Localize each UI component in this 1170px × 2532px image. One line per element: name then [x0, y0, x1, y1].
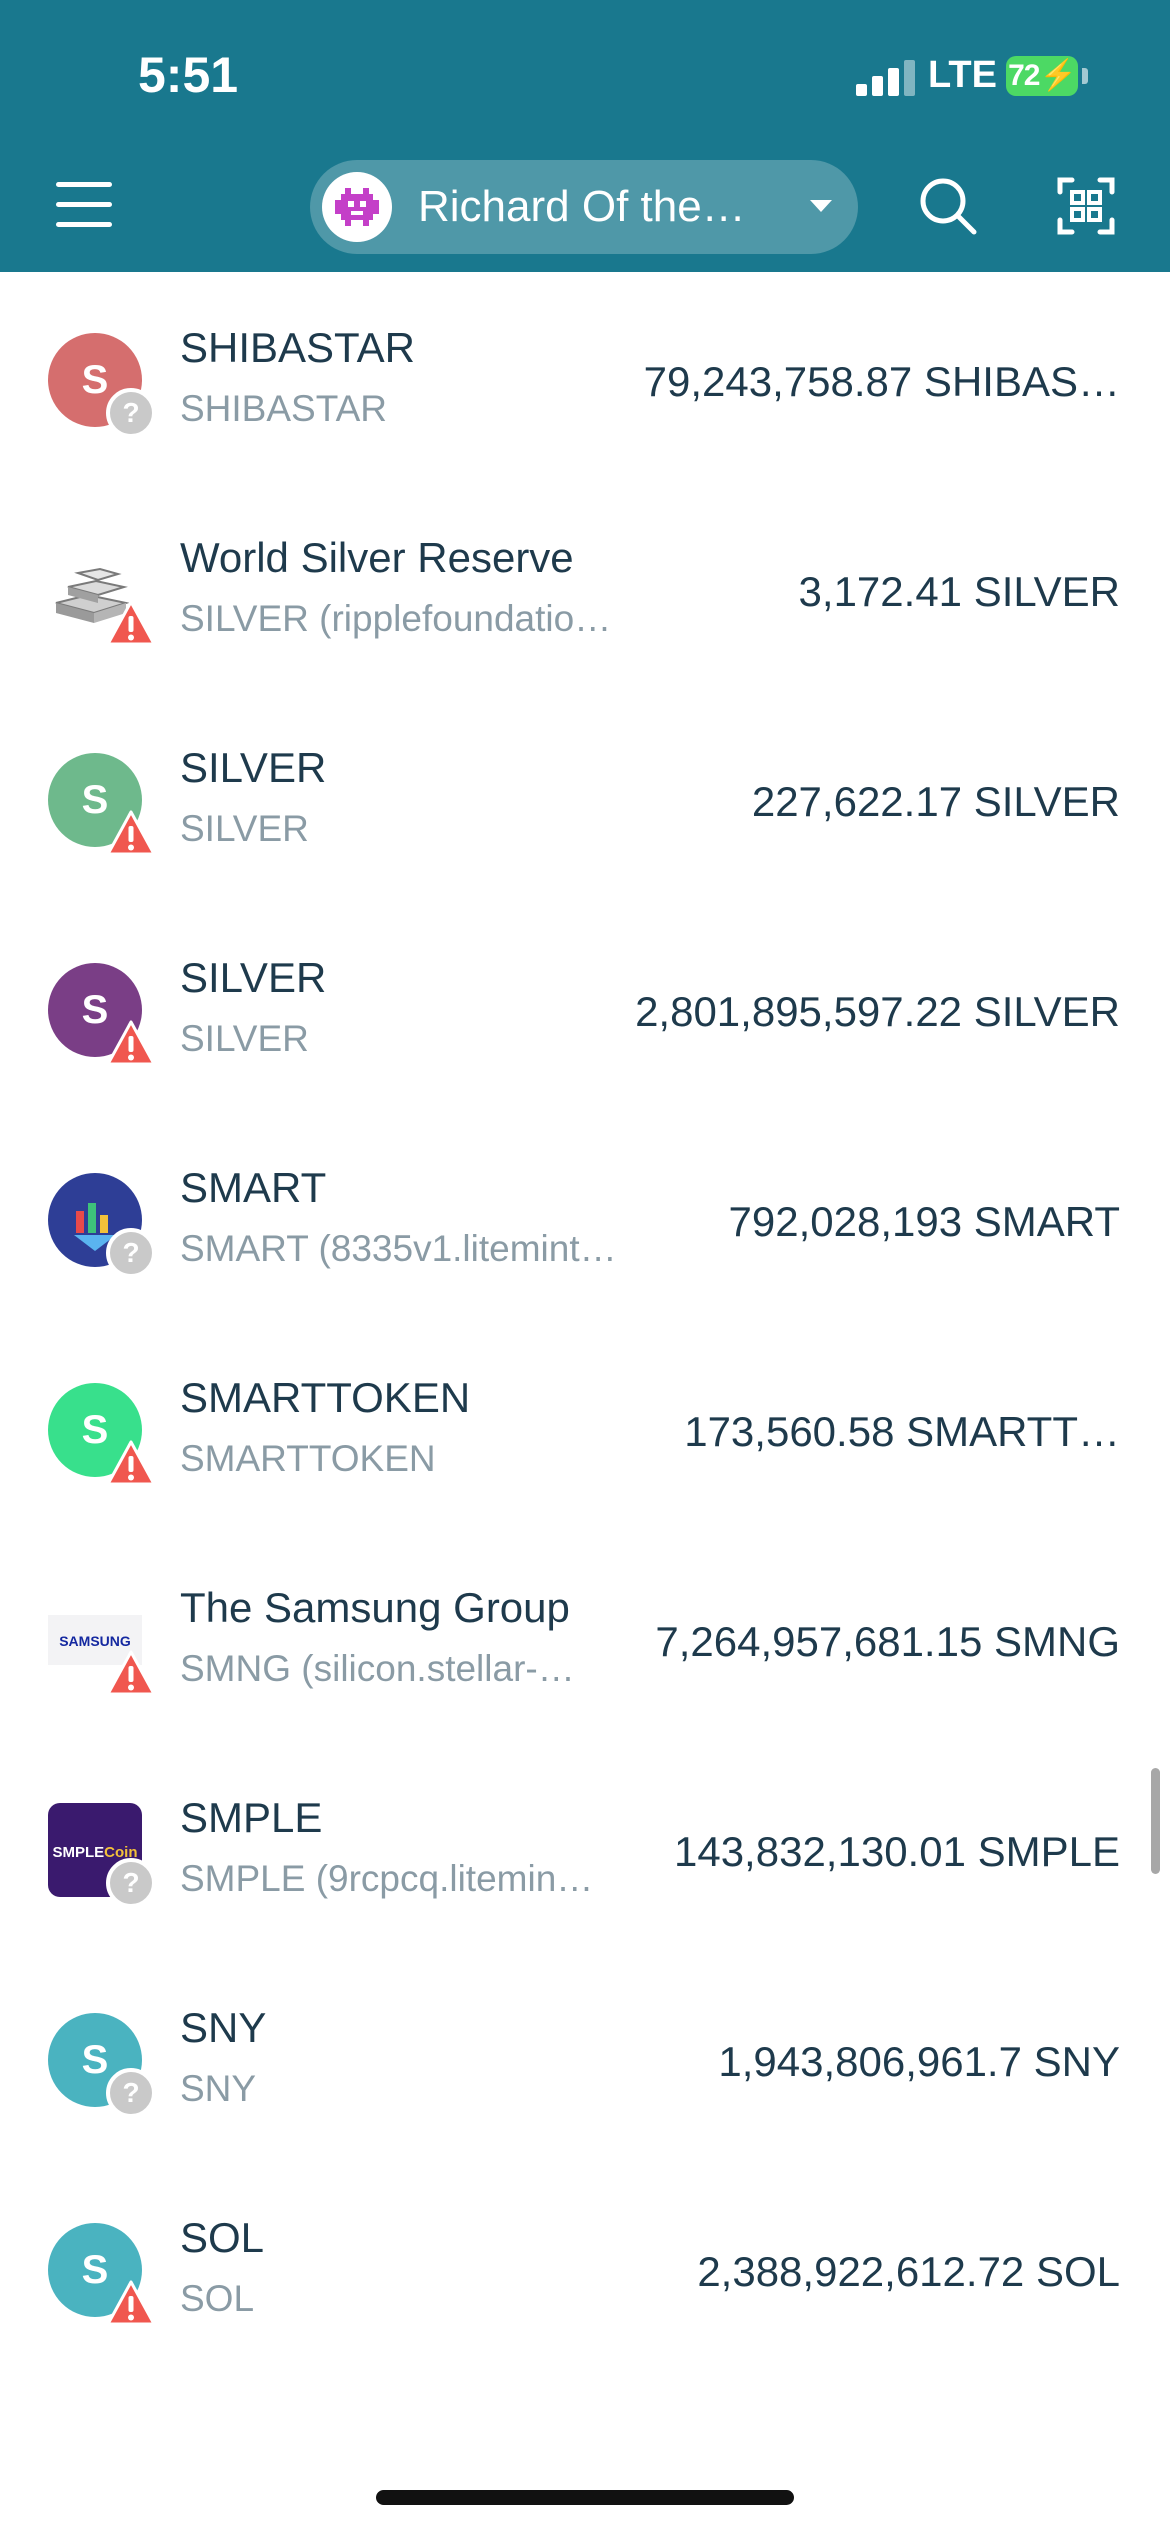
token-row[interactable]: S SOL SOL 2,388,922,612.72 SOL: [0, 2168, 1170, 2378]
token-balance: 143,832,130.01 SMPLE: [673, 1828, 1120, 1875]
token-name: SOL: [180, 2214, 265, 2261]
token-issuer: SMNG (silicon.stellar-…: [180, 1648, 575, 1689]
token-issuer: SMART (8335v1.litemint.s…: [180, 1228, 620, 1269]
token-issuer: SILVER: [180, 808, 309, 849]
warning-icon: [106, 1648, 156, 1698]
token-row[interactable]: ? SMART SMART (8335v1.litemint.s… 792,028,1…: [0, 1118, 1170, 1328]
token-issuer: SILVER: [180, 1018, 309, 1059]
token-issuer: SMPLE (9rcpcq.litemin…: [180, 1858, 594, 1899]
token-name: SHIBASTAR: [180, 324, 415, 371]
svg-text:?: ?: [122, 397, 139, 428]
account-name: Richard Of the…: [418, 182, 746, 231]
battery-icon: 72⚡: [1006, 56, 1078, 96]
token-issuer: SNY: [180, 2068, 257, 2109]
token-issuer: SHIBASTAR: [180, 388, 387, 429]
search-icon[interactable]: [918, 176, 978, 236]
token-balance: 1,943,806,961.7 SNY: [718, 2038, 1120, 2085]
menu-icon[interactable]: [56, 178, 112, 234]
chevron-down-icon: [810, 200, 832, 212]
question-icon: ?: [106, 1858, 156, 1908]
token-name: World Silver Reserve: [180, 534, 574, 581]
account-selector[interactable]: Richard Of the…: [310, 160, 858, 254]
token-balance: 792,028,193 SMART: [728, 1198, 1120, 1245]
question-icon: ?: [106, 1228, 156, 1278]
token-name: SMART: [180, 1164, 327, 1211]
status-time: 5:51: [138, 47, 239, 103]
svg-text:SAMSUNG: SAMSUNG: [59, 1633, 131, 1649]
avatar: [322, 172, 392, 242]
token-row[interactable]: S SILVER SILVER 2,801,895,597.22 SILVER: [0, 908, 1170, 1118]
token-balance: 2,801,895,597.22 SILVER: [635, 988, 1120, 1035]
token-row[interactable]: S SMARTTOKEN SMARTTOKEN 173,560.58 SMARTT…: [0, 1328, 1170, 1538]
svg-text:?: ?: [122, 1237, 139, 1268]
token-balance: 79,243,758.87 SHIBAS…: [643, 358, 1120, 405]
token-name: SMPLE: [180, 1794, 323, 1841]
token-row[interactable]: SMPLECoin? SMPLE SMPLE (9rcpcq.litemin… 143…: [0, 1748, 1170, 1958]
token-name: SILVER: [180, 954, 327, 1001]
token-balance: 227,622.17 SILVER: [751, 778, 1120, 825]
token-balance: 2,388,922,612.72 SOL: [697, 2248, 1120, 2295]
home-indicator[interactable]: [376, 2490, 794, 2505]
token-row[interactable]: S? SHIBASTAR SHIBASTAR 79,243,758.87 SHIBAS…: [0, 278, 1170, 488]
token-balance: 7,264,957,681.15 SMNG: [655, 1618, 1120, 1665]
token-name: SMARTTOKEN: [180, 1374, 471, 1421]
qr-scan-icon[interactable]: [1056, 176, 1116, 236]
battery-level: 72: [1008, 59, 1040, 92]
token-row[interactable]: World Silver Reserve SILVER (ripplefounda…: [0, 488, 1170, 698]
warning-icon: [106, 2278, 156, 2328]
token-name: SILVER: [180, 744, 327, 791]
token-issuer: SMARTTOKEN: [180, 1438, 436, 1479]
cellular-signal-icon: [856, 60, 916, 96]
question-icon: ?: [106, 388, 156, 438]
network-type: LTE: [928, 54, 997, 96]
token-name: SNY: [180, 2004, 267, 2051]
warning-icon: [106, 1438, 156, 1488]
battery-tip: [1082, 68, 1088, 84]
token-row[interactable]: S? SNY SNY 1,943,806,961.7 SNY: [0, 1958, 1170, 2168]
top-app-bar: 5:51 LTE 72⚡ Richard Of the…: [0, 0, 1170, 272]
scrollbar[interactable]: [1151, 1768, 1160, 1874]
warning-icon: [106, 1018, 156, 1068]
token-balance: 173,560.58 SMARTT…: [684, 1408, 1120, 1455]
token-issuer: SILVER (ripplefoundation.us): [180, 598, 620, 639]
token-name: The Samsung Group: [180, 1584, 570, 1631]
token-issuer: SOL: [180, 2278, 255, 2319]
svg-text:?: ?: [122, 1867, 139, 1898]
token-row[interactable]: S SILVER SILVER 227,622.17 SILVER: [0, 698, 1170, 908]
warning-icon: [106, 598, 156, 648]
warning-icon: [106, 808, 156, 858]
token-balance: 3,172.41 SILVER: [798, 568, 1120, 615]
token-row[interactable]: SAMSUNG The Samsung Group SMNG (silicon.st…: [0, 1538, 1170, 1748]
question-icon: ?: [106, 2068, 156, 2118]
svg-text:?: ?: [122, 2077, 139, 2108]
